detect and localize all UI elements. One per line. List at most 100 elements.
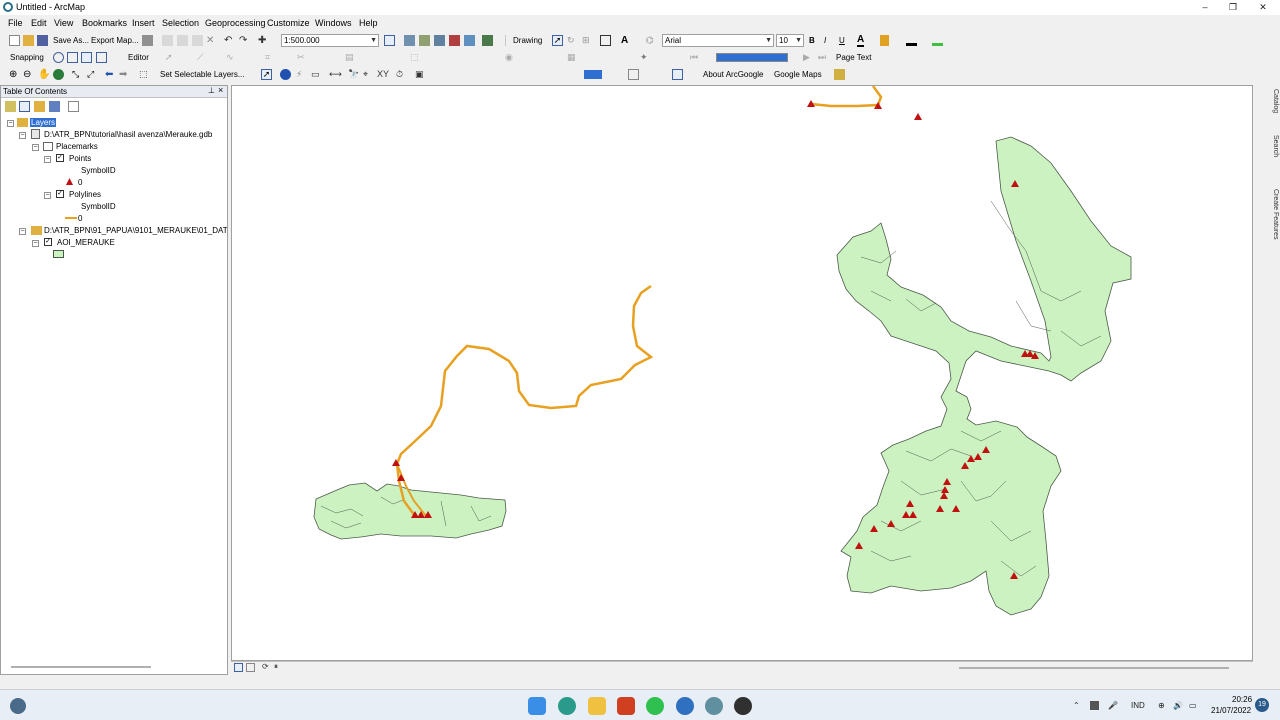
- redo-icon[interactable]: ↷: [239, 35, 250, 46]
- topology-icon[interactable]: ⬚: [410, 52, 421, 63]
- copy-icon[interactable]: [177, 35, 188, 46]
- editor-toolbar-icon[interactable]: [384, 35, 395, 46]
- aoi-layer[interactable]: AOI_MERAUKE: [57, 238, 115, 247]
- create-features-tab[interactable]: Create Features: [1267, 189, 1279, 240]
- draft-mode-icon[interactable]: [672, 69, 683, 80]
- save-as-button[interactable]: Save As...: [53, 36, 89, 45]
- vertex-snapping-icon[interactable]: [81, 52, 92, 63]
- menu-windows[interactable]: Windows: [315, 18, 352, 28]
- catalog-tab[interactable]: Catalog: [1267, 89, 1279, 113]
- tray-app-icon[interactable]: [1090, 701, 1099, 710]
- layout-page-icon[interactable]: [628, 69, 639, 80]
- menu-bookmarks[interactable]: Bookmarks: [82, 18, 127, 28]
- font-combo[interactable]: Arial ▼: [662, 34, 774, 47]
- delete-icon[interactable]: ✕: [206, 35, 217, 46]
- menu-selection[interactable]: Selection: [162, 18, 199, 28]
- goto-xy-icon[interactable]: XY: [377, 69, 389, 80]
- attributes-icon[interactable]: ▤: [345, 52, 356, 63]
- line-color-icon[interactable]: [906, 35, 917, 46]
- arcmap-taskbar-icon[interactable]: [705, 697, 723, 715]
- save-icon[interactable]: [37, 35, 48, 46]
- maximize-button[interactable]: ❐: [1226, 1, 1240, 13]
- hyperlink-icon[interactable]: ⚡: [296, 69, 307, 80]
- drawing-menu[interactable]: Drawing: [513, 36, 542, 45]
- arctoolbox-icon[interactable]: [449, 35, 460, 46]
- sketch-properties-icon[interactable]: ◉: [505, 52, 516, 63]
- forward-extent-icon[interactable]: ➡: [119, 69, 130, 80]
- underline-button[interactable]: U: [839, 36, 845, 45]
- volume-icon[interactable]: 🔊: [1173, 701, 1183, 710]
- create-viewer-icon[interactable]: ▣: [415, 69, 426, 80]
- python-window-icon[interactable]: [464, 35, 475, 46]
- pause-drawing-icon[interactable]: ⏸: [274, 662, 285, 673]
- layout-view-icon[interactable]: [246, 663, 255, 672]
- open-folder-icon[interactable]: [23, 35, 34, 46]
- menu-edit[interactable]: Edit: [31, 18, 47, 28]
- gdb-path[interactable]: D:\ATR_BPN\tutorial\hasil avenza\Merauke…: [44, 130, 212, 139]
- font-color-icon[interactable]: A: [857, 34, 865, 47]
- time-slider-icon[interactable]: ⏱: [396, 69, 407, 80]
- layout-zoom-bar[interactable]: [584, 70, 602, 79]
- menu-file[interactable]: File: [8, 18, 23, 28]
- rectangle-icon[interactable]: [600, 35, 611, 46]
- bold-button[interactable]: B: [809, 36, 815, 45]
- fill-color-icon[interactable]: [880, 35, 889, 46]
- clock-time[interactable]: 20:26: [1232, 695, 1252, 704]
- model-builder-icon[interactable]: [482, 35, 493, 46]
- toc-horizontal-scrollbar[interactable]: [11, 666, 151, 668]
- search-window-icon[interactable]: [434, 35, 445, 46]
- network-icon[interactable]: ⊕: [1158, 701, 1165, 710]
- vpn-icon[interactable]: [676, 697, 694, 715]
- find-icon[interactable]: 🔭: [348, 69, 359, 80]
- snapping-menu[interactable]: Snapping: [10, 53, 44, 62]
- refresh-icon[interactable]: ⟳: [262, 662, 273, 673]
- close-window-button[interactable]: ✕: [1256, 1, 1270, 13]
- collapse-icon[interactable]: −: [19, 132, 26, 139]
- battery-icon[interactable]: ▭: [1189, 701, 1197, 710]
- new-document-icon[interactable]: [9, 35, 20, 46]
- next-page-icon[interactable]: ▶: [803, 52, 814, 63]
- start-icon[interactable]: [528, 697, 546, 715]
- notification-badge[interactable]: 19: [1255, 698, 1269, 712]
- folder-path[interactable]: D:\ATR_BPN\91_PAPUA\9101_MERAUKE\01_DATA…: [44, 226, 227, 235]
- language-indicator[interactable]: IND: [1131, 701, 1145, 710]
- html-popup-icon[interactable]: ▭: [311, 69, 322, 80]
- collapse-icon[interactable]: −: [19, 228, 26, 235]
- data-view-icon[interactable]: [234, 663, 243, 672]
- toc-options-icon[interactable]: [68, 101, 79, 112]
- whatsapp-icon[interactable]: [646, 697, 664, 715]
- google-maps-menu[interactable]: Google Maps: [774, 70, 822, 79]
- page-scroll-bar[interactable]: [716, 53, 788, 62]
- text-tool-icon[interactable]: A: [621, 35, 632, 46]
- about-arcgoogle-button[interactable]: About ArcGoogle: [703, 70, 763, 79]
- widgets-icon[interactable]: [10, 698, 26, 714]
- clock-date[interactable]: 21/07/2022: [1211, 706, 1251, 715]
- find-route-icon[interactable]: ⌖: [363, 69, 374, 80]
- marker-color-icon[interactable]: [932, 35, 943, 46]
- collapse-icon[interactable]: −: [32, 240, 39, 247]
- edge-browser-icon[interactable]: [558, 697, 576, 715]
- print-icon[interactable]: [142, 35, 153, 46]
- export-map-button[interactable]: Export Map...: [91, 36, 139, 45]
- obs-icon[interactable]: [734, 697, 752, 715]
- identify-icon[interactable]: [280, 69, 291, 80]
- toc-close-button[interactable]: ×: [218, 85, 223, 95]
- collapse-icon[interactable]: −: [44, 192, 51, 199]
- add-data-icon[interactable]: ✚: [258, 35, 269, 46]
- office-icon[interactable]: [617, 697, 635, 715]
- menu-customize[interactable]: Customize: [267, 18, 310, 28]
- italic-button[interactable]: I: [824, 36, 826, 45]
- rotate-icon[interactable]: ↻: [567, 35, 578, 46]
- points-visibility-checkbox[interactable]: ✓: [56, 154, 64, 162]
- list-by-visibility-icon[interactable]: [34, 101, 45, 112]
- point-snapping-icon[interactable]: [53, 52, 64, 63]
- list-by-source-icon[interactable]: [19, 101, 30, 112]
- georef-icon[interactable]: ✦: [640, 52, 651, 63]
- collapse-icon[interactable]: −: [32, 144, 39, 151]
- font-size-combo[interactable]: 10 ▼: [776, 34, 804, 47]
- page-text-menu[interactable]: Page Text: [836, 53, 871, 62]
- paste-icon[interactable]: [192, 35, 203, 46]
- measure-icon[interactable]: ⟷: [329, 69, 342, 80]
- points-layer[interactable]: Points: [69, 154, 91, 163]
- table-of-contents-icon[interactable]: [404, 35, 415, 46]
